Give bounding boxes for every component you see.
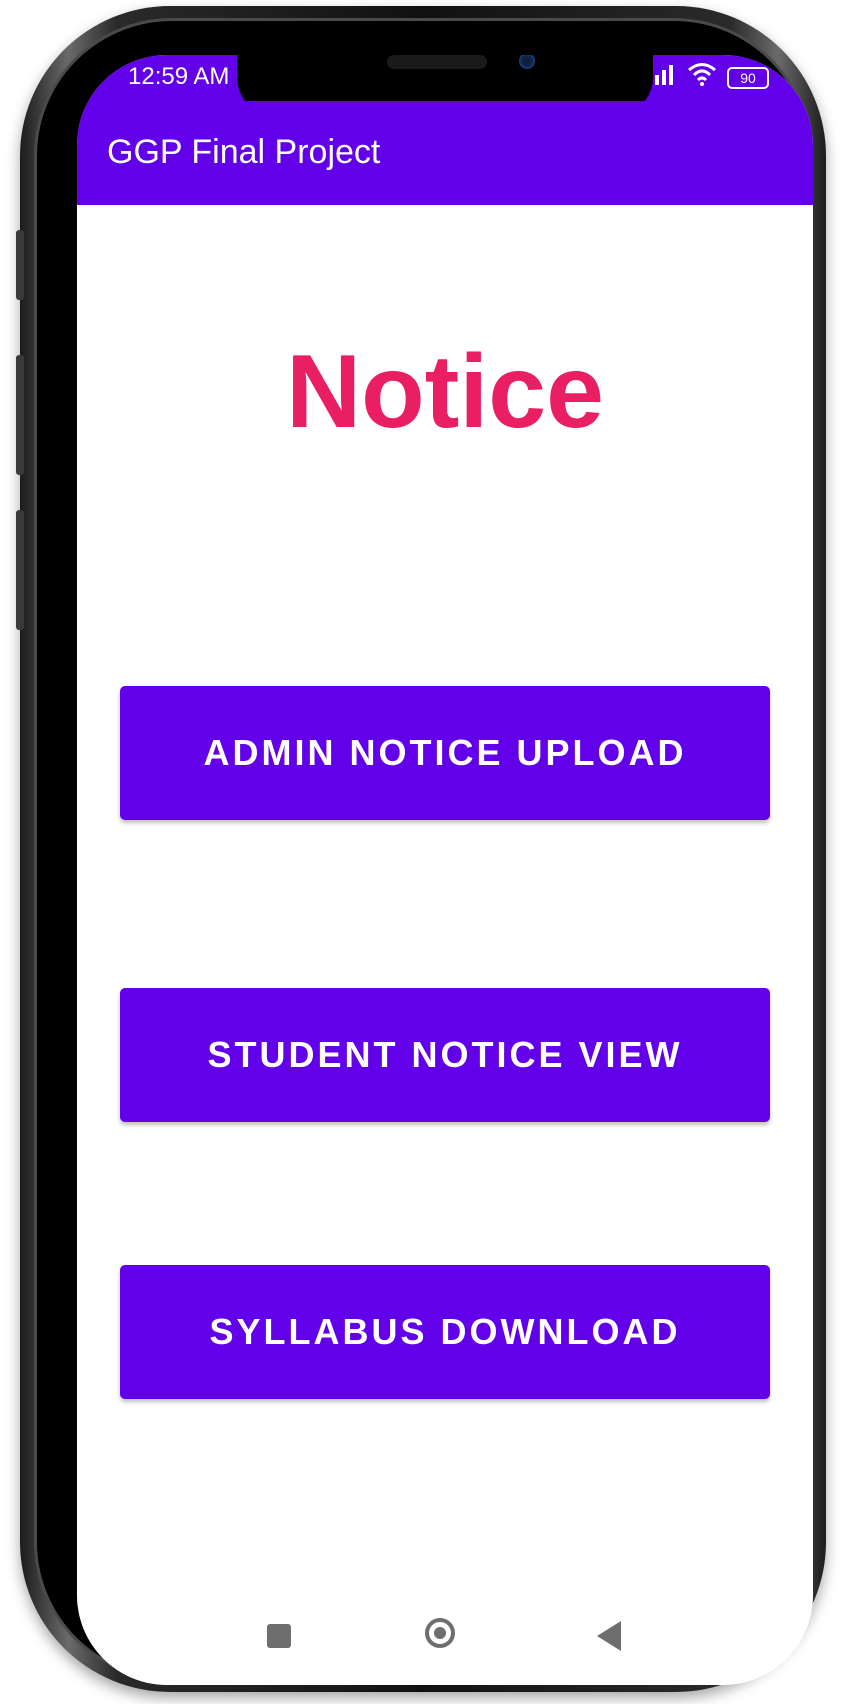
wifi-icon [687,62,717,93]
battery-level: 90 [740,69,756,86]
student-notice-view-button[interactable]: STUDENT NOTICE VIEW [120,988,770,1122]
app-bar: GGP Final Project [77,101,813,205]
phone-side-button [16,230,24,300]
speaker-grille [387,55,487,69]
home-circle-icon[interactable] [425,1618,455,1648]
status-icons: 90 [653,62,769,93]
syllabus-download-button[interactable]: SYLLABUS DOWNLOAD [120,1265,770,1399]
navigation-bar [77,1575,813,1685]
phone-screen: 12:59 AM 90 GGP Final Project Notice ADM… [77,55,813,1685]
page-heading: Notice [286,334,604,450]
recents-square-icon[interactable] [267,1624,291,1648]
status-time: 12:59 AM [128,63,230,90]
signal-icon [653,63,677,92]
battery-icon: 90 [727,66,769,89]
back-triangle-icon[interactable] [597,1621,621,1651]
admin-notice-upload-button[interactable]: ADMIN NOTICE UPLOAD [120,686,770,820]
front-camera [519,55,535,69]
volume-up-button [16,355,24,475]
volume-down-button [16,510,24,630]
app-title: GGP Final Project [107,133,381,171]
